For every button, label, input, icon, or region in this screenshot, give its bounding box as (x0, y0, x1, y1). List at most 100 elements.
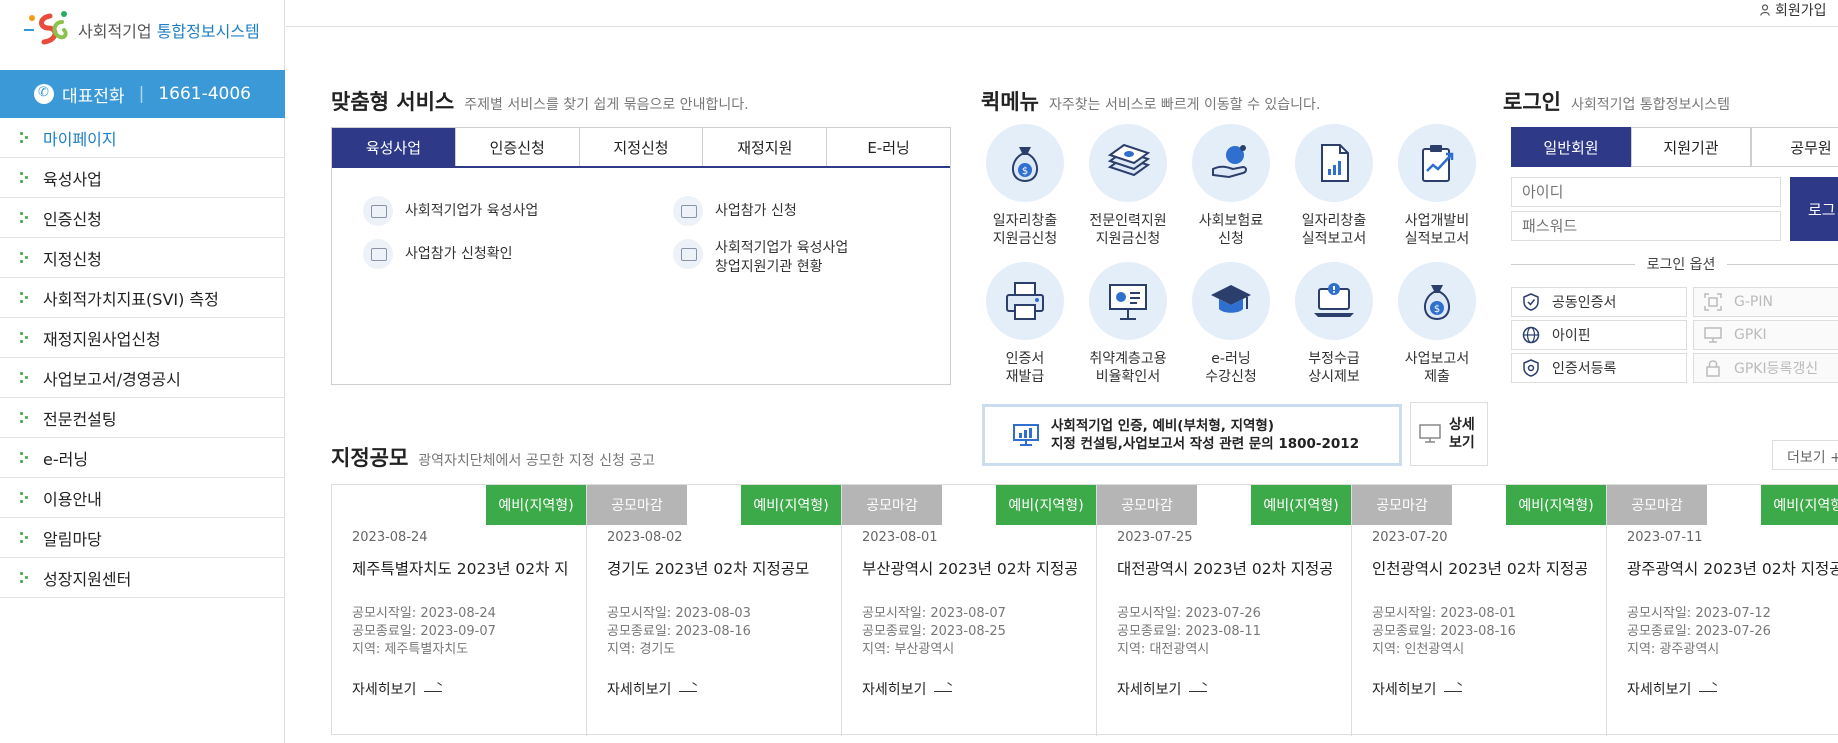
quick-menu-item[interactable]: 부정수급 상시제보 (1284, 262, 1384, 386)
sidebar-item-designation[interactable]: 지정신청 (0, 238, 285, 278)
detail-link[interactable]: 자세히보기 (1372, 679, 1463, 699)
region-label: 지역: (1117, 642, 1150, 657)
quick-menu-label-1: 사회보험료 (1198, 213, 1264, 229)
quick-menu-icon-circle (1192, 124, 1270, 202)
bullet-icon (20, 171, 29, 184)
site-logo[interactable]: 사회적기업 통합정보시스템 (18, 8, 260, 52)
card-date: 2023-08-02 (607, 530, 683, 545)
quick-menu-item[interactable]: e-러닝 수강신청 (1181, 262, 1281, 386)
detail-label: 자세히보기 (607, 682, 672, 698)
designation-card[interactable]: 공모마감 예비(지역형) 2023-07-11 광주광역시 2023년 02차 … (1607, 485, 1838, 736)
detail-link[interactable]: 자세히보기 (607, 679, 698, 699)
phone-icon (34, 84, 55, 104)
service-link[interactable]: 사회적기업가 육성사업 (363, 196, 538, 226)
id-scan-icon (1704, 293, 1722, 311)
tab-incubation[interactable]: 육성사업 (332, 128, 456, 166)
quick-menu-label-1: 전문인력지원 (1089, 213, 1167, 229)
designation-card[interactable]: 공모마감 예비(지역형) 2023-08-02 경기도 2023년 02차 지정… (587, 485, 842, 736)
sidebar-item-growth-center[interactable]: 성장지원센터 (0, 558, 285, 598)
option-gpin[interactable]: G-PIN (1693, 287, 1838, 317)
logo-text-plain: 사회적기업 (78, 22, 152, 41)
quick-menu-label-2: 지원금신청 (992, 231, 1058, 247)
phone-separator: | (138, 84, 145, 104)
service-link[interactable]: 사업참가 신청확인 (363, 239, 513, 269)
end-label: 공모종료일: (1627, 624, 1696, 639)
status-badge: 예비(지역형) (996, 485, 1096, 525)
detail-link[interactable]: 자세히보기 (1117, 679, 1208, 699)
quick-menu-title: 퀵메뉴 (981, 90, 1039, 114)
sidebar-item-certification[interactable]: 인증신청 (0, 198, 285, 238)
sidebar-item-label: 육성사업 (43, 169, 102, 189)
option-label: 아이핀 (1552, 328, 1591, 344)
region-value: 인천광역시 (1404, 642, 1465, 657)
quick-menu-item[interactable]: 일자리창출 실적보고서 (1284, 124, 1384, 248)
service-link[interactable]: 사업참가 신청 (673, 196, 797, 226)
service-link-label: 사업참가 신청확인 (405, 246, 513, 262)
printer-icon (1006, 282, 1044, 320)
arrow-right-icon (1444, 686, 1463, 692)
monitor-key-icon (1704, 327, 1722, 343)
login-id-input[interactable] (1511, 177, 1781, 207)
quick-menu-item[interactable]: $ 사업보고서 제출 (1387, 262, 1487, 386)
service-link-text: 사업참가 신청확인 (405, 239, 513, 264)
quick-menu-item[interactable]: 전문인력지원 지원금신청 (1078, 124, 1178, 248)
designation-card[interactable]: 공모마감 예비(지역형) 2023-07-25 대전광역시 2023년 02차 … (1097, 485, 1352, 736)
quick-menu-item[interactable]: 인증서 재발급 (975, 262, 1075, 386)
login-button[interactable]: 로그 (1790, 177, 1838, 241)
end-date: 2023-08-25 (930, 624, 1006, 639)
option-gpki-renew[interactable]: GPKI등록갱신 (1693, 353, 1838, 383)
quick-menu-item[interactable]: 취약계층고용 비율확인서 (1078, 262, 1178, 386)
detail-link[interactable]: 자세히보기 (862, 679, 953, 699)
sidebar-item-consulting[interactable]: 전문컨설팅 (0, 398, 285, 438)
tab-designation[interactable]: 지정신청 (580, 128, 704, 166)
tab-support-agency[interactable]: 지원기관 (1631, 127, 1751, 167)
sidebar-item-svi[interactable]: 사회적가치지표(SVI) 측정 (0, 278, 285, 318)
sidebar-item-financial-support[interactable]: 재정지원사업신청 (0, 318, 285, 358)
tab-financial[interactable]: 재정지원 (703, 128, 828, 166)
contact-banner[interactable]: 사회적기업 인증, 예비(부처형, 지역형) 지정 컨설팅,사업보고서 작성 관… (982, 404, 1402, 466)
quick-menu-label-2: 제출 (1424, 369, 1450, 385)
clipboard-growth-icon (1422, 145, 1454, 182)
more-button[interactable]: 더보기 + (1772, 440, 1838, 470)
sidebar-item-mypage[interactable]: 마이페이지 (0, 118, 285, 158)
sidebar-item-elearning[interactable]: e-러닝 (0, 438, 285, 478)
sidebar-item-incubation[interactable]: 육성사업 (0, 158, 285, 198)
login-heading: 로그인 사회적기업 통합정보시스템 (1503, 86, 1730, 116)
option-gpki[interactable]: GPKI (1693, 320, 1838, 350)
designation-card[interactable]: 공모마감 예비(지역형) 2023-08-01 부산광역시 2023년 02차 … (842, 485, 1097, 736)
custom-service-title: 맞춤형 서비스 (331, 90, 455, 114)
quick-menu-item[interactable]: 사회보험료 신청 (1181, 124, 1281, 248)
card-title: 인천광역시 2023년 02차 지정공모 (1372, 560, 1587, 578)
tab-elearning[interactable]: E-러닝 (827, 128, 950, 166)
detail-link[interactable]: 자세히보기 (1627, 679, 1718, 699)
option-label: 공동인증서 (1552, 295, 1617, 311)
quick-menu-icon-circle (1089, 262, 1167, 340)
card-meta: 공모시작일: 2023-08-24 공모종료일: 2023-09-07 지역: … (352, 605, 496, 659)
card-title: 대전광역시 2023년 02차 지정공모 (1117, 560, 1332, 578)
tab-general-member[interactable]: 일반회원 (1511, 127, 1631, 167)
login-password-input[interactable] (1511, 211, 1781, 241)
detail-view-button[interactable]: 상세 보기 (1410, 402, 1488, 466)
designation-card[interactable]: 예비(지역형) 2023-08-24 제주특별자치도 2023년 02차 지정공… (332, 485, 587, 736)
quick-menu-label-1: e-러닝 (1211, 351, 1251, 367)
quick-menu-item[interactable]: 사업개발비 실적보고서 (1387, 124, 1487, 248)
sidebar-item-business-report[interactable]: 사업보고서/경영공시 (0, 358, 285, 398)
option-ipin[interactable]: 아이핀 (1511, 320, 1687, 350)
quick-menu-item[interactable]: $ 일자리창출 지원금신청 (975, 124, 1075, 248)
end-label: 공모종료일: (352, 624, 421, 639)
sidebar-item-notice[interactable]: 알림마당 (0, 518, 285, 558)
service-link[interactable]: 사회적기업가 육성사업 창업지원기관 현황 (673, 239, 848, 277)
arrow-right-icon (424, 686, 443, 692)
quick-menu-label-2: 실적보고서 (1301, 231, 1367, 247)
tab-official[interactable]: 공무원 (1751, 127, 1838, 167)
tab-certification[interactable]: 인증신청 (456, 128, 580, 166)
signup-link[interactable]: 회원가입 (1760, 0, 1827, 20)
lock-icon (1706, 360, 1720, 377)
bullet-icon (20, 571, 29, 584)
option-joint-certificate[interactable]: 공동인증서 (1511, 287, 1687, 317)
start-label: 공모시작일: (862, 606, 931, 621)
detail-link[interactable]: 자세히보기 (352, 679, 443, 699)
sidebar-item-guide[interactable]: 이용안내 (0, 478, 285, 518)
designation-card[interactable]: 공모마감 예비(지역형) 2023-07-20 인천광역시 2023년 02차 … (1352, 485, 1607, 736)
option-register-certificate[interactable]: 인증서등록 (1511, 353, 1687, 383)
